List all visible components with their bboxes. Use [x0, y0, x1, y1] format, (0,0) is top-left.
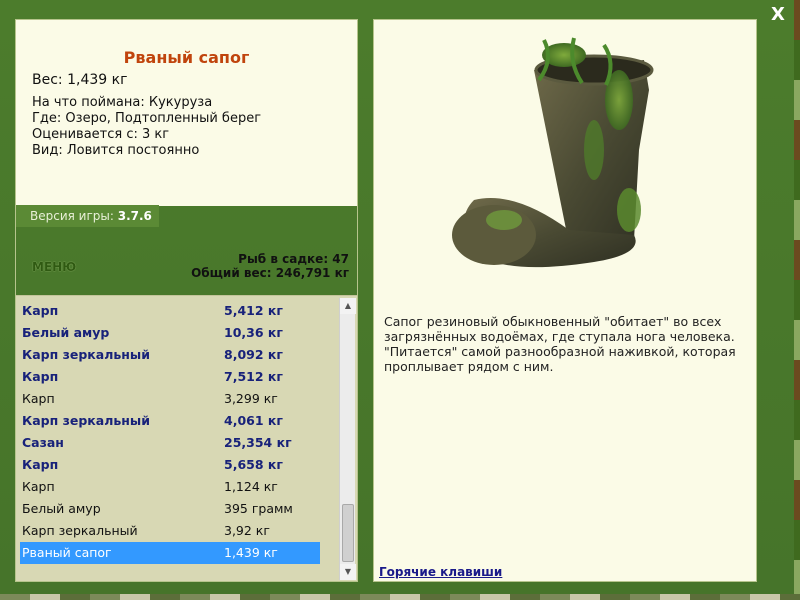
catch-row-weight: 3,299 кг — [224, 391, 278, 406]
menu-button[interactable]: МЕНЮ — [32, 260, 76, 274]
catch-list-row[interactable]: Карп 7,512 кг — [20, 366, 320, 388]
catch-list-row[interactable]: Карп 5,412 кг — [20, 300, 320, 322]
catch-info-box: Рваный сапог Вес: 1,439 кг На что пойман… — [16, 20, 357, 206]
hotkeys-link[interactable]: Горячие клавиши — [379, 565, 502, 579]
catch-title: Рваный сапог — [123, 48, 250, 67]
catch-weight: Вес: 1,439 кг — [32, 72, 128, 88]
catch-list-row[interactable]: Белый амур 395 грамм — [20, 498, 320, 520]
version-number: 3.7.6 — [117, 209, 152, 223]
catch-list-row[interactable]: Карп зеркальный 3,92 кг — [20, 520, 320, 542]
catch-row-name: Карп зеркальный — [22, 413, 150, 428]
catch-row-weight: 5,658 кг — [224, 457, 283, 472]
keepnet-stats: Рыб в садке: 47 Общий вес: 246,791 кг — [191, 252, 349, 280]
catch-row-weight: 3,92 кг — [224, 523, 270, 538]
catch-row-weight: 10,36 кг — [224, 325, 283, 340]
catch-row-weight: 25,354 кг — [224, 435, 292, 450]
catch-list-row[interactable]: Карп 1,124 кг — [20, 476, 320, 498]
catch-row-weight: 395 грамм — [224, 501, 293, 516]
scroll-down-icon[interactable]: ▼ — [340, 564, 356, 580]
catch-list-row[interactable]: Сазан 25,354 кг — [20, 432, 320, 454]
catch-row-weight: 4,061 кг — [224, 413, 283, 428]
close-button[interactable]: X — [768, 4, 788, 26]
catch-valued-from: Оценивается с: 3 кг — [32, 127, 170, 142]
catch-row-name: Карп — [22, 391, 55, 406]
item-description: Сапог резиновый обыкновенный "обитает" в… — [384, 314, 736, 374]
catch-row-weight: 5,412 кг — [224, 303, 283, 318]
background-strip-bottom — [0, 594, 800, 600]
catch-row-name: Белый амур — [22, 325, 110, 340]
right-panel: Сапог резиновый обыкновенный "обитает" в… — [373, 19, 757, 582]
catch-row-weight: 1,124 кг — [224, 479, 278, 494]
scroll-thumb[interactable] — [342, 504, 354, 562]
catch-row-name: Сазан — [22, 435, 64, 450]
left-panel: Рваный сапог Вес: 1,439 кг На что пойман… — [15, 19, 358, 582]
catch-row-name: Карп — [22, 369, 59, 384]
game-version: Версия игры: 3.7.6 — [16, 205, 159, 227]
catch-row-weight: 7,512 кг — [224, 369, 283, 384]
close-icon: X — [771, 4, 785, 25]
catch-list-scrollbar[interactable]: ▲ ▼ — [339, 298, 356, 580]
torn-boot-image — [452, 37, 654, 268]
catch-row-weight: 8,092 кг — [224, 347, 283, 362]
catch-row-name: Карп — [22, 303, 59, 318]
catch-row-name: Карп — [22, 479, 55, 494]
catch-list-row[interactable]: Рваный сапог 1,439 кг — [20, 542, 320, 564]
catch-list[interactable]: Карп 5,412 кг Белый амур 10,36 кг Карп зерка… — [16, 295, 357, 581]
background-strip-right — [794, 0, 800, 600]
catch-list-row[interactable]: Карп зеркальный 8,092 кг — [20, 344, 320, 366]
catch-row-name: Рваный сапог — [22, 545, 112, 560]
catch-list-row[interactable]: Белый амур 10,36 кг — [20, 322, 320, 344]
catch-type: Вид: Ловится постоянно — [32, 143, 200, 158]
version-label: Версия игры: — [30, 209, 118, 223]
catch-list-row[interactable]: Карп 5,658 кг — [20, 454, 320, 476]
catch-list-row[interactable]: Карп 3,299 кг — [20, 388, 320, 410]
catch-row-weight: 1,439 кг — [224, 545, 278, 560]
catch-row-name: Карп зеркальный — [22, 347, 150, 362]
catch-row-name: Белый амур — [22, 501, 101, 516]
catch-list-rows: Карп 5,412 кг Белый амур 10,36 кг Карп зерка… — [20, 300, 320, 564]
catch-row-name: Карп зеркальный — [22, 523, 138, 538]
catch-list-row[interactable]: Карп зеркальный 4,061 кг — [20, 410, 320, 432]
total-weight: Общий вес: 246,791 кг — [191, 266, 349, 280]
catch-bait: На что поймана: Кукуруза — [32, 95, 213, 110]
catch-location: Где: Озеро, Подтопленный берег — [32, 111, 262, 126]
scroll-up-icon[interactable]: ▲ — [340, 298, 356, 314]
catch-row-name: Карп — [22, 457, 59, 472]
fish-count: Рыб в садке: 47 — [238, 252, 349, 266]
